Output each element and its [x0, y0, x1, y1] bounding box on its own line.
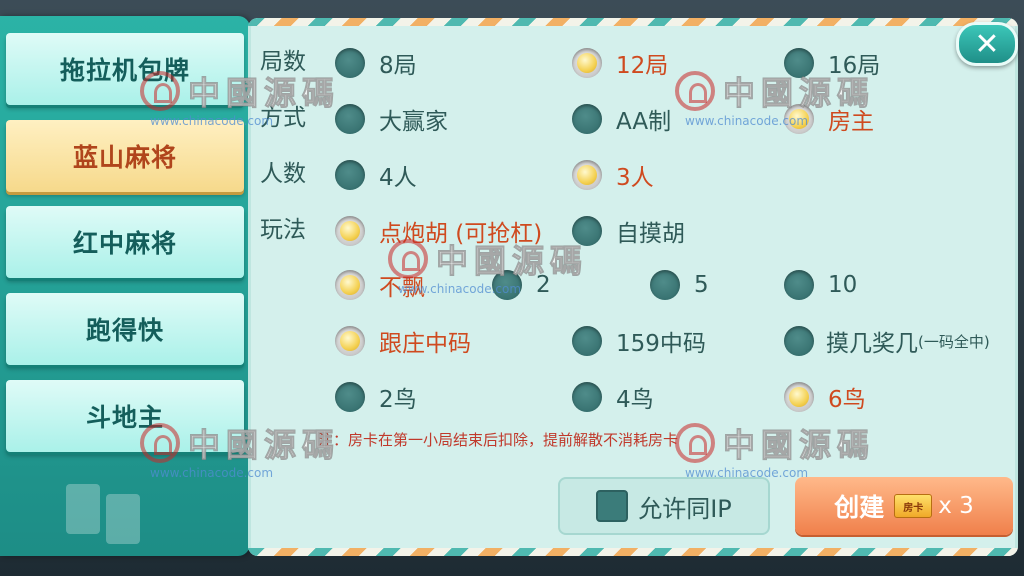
option-label: 6鸟: [828, 387, 866, 413]
tab-lanshan-mahjong[interactable]: 蓝山麻将: [6, 120, 244, 192]
radio-icon: [335, 48, 365, 78]
radio-icon: [784, 48, 814, 78]
option-label: 点炮胡 (可抢杠): [379, 221, 543, 247]
create-room-button[interactable]: 创建 房卡 x 3: [795, 477, 1013, 535]
tab-paodekuai[interactable]: 跑得快: [6, 293, 244, 365]
piao-option-none[interactable]: 不飘: [335, 268, 425, 302]
piao-option-5[interactable]: 5: [650, 268, 709, 302]
option-label: 不飘: [379, 275, 425, 301]
tab-doudizhu[interactable]: 斗地主: [6, 380, 244, 452]
tab-tuolaji[interactable]: 拖拉机包牌: [6, 33, 244, 105]
zhongma-option-159[interactable]: 159中码: [572, 324, 706, 358]
play-option-zimo[interactable]: 自摸胡: [572, 214, 685, 248]
radio-selected-icon: [784, 104, 814, 134]
tab-hongzhong-mahjong[interactable]: 红中麻将: [6, 206, 244, 278]
option-label: 房主: [828, 109, 874, 135]
option-label: 4鸟: [616, 387, 654, 413]
zhongma-option-mojijiangji[interactable]: 摸几奖几 (一码全中): [784, 324, 990, 358]
option-label: 5: [694, 272, 709, 298]
radio-icon: [572, 326, 602, 356]
radio-icon: [784, 326, 814, 356]
rounds-option-12[interactable]: 12局: [572, 46, 668, 80]
room-card-icon: 房卡: [894, 494, 933, 518]
checkbox-icon: [596, 490, 629, 522]
option-note: (一码全中): [918, 332, 990, 351]
players-option-3[interactable]: 3人: [572, 158, 654, 192]
option-label: 8局: [379, 53, 417, 79]
radio-icon: [335, 382, 365, 412]
zhongma-option-genzhuang[interactable]: 跟庄中码: [335, 324, 471, 358]
radio-selected-icon: [784, 382, 814, 412]
radio-icon: [335, 160, 365, 190]
rounds-label: 局数: [260, 49, 306, 75]
panel-top-stripe: [248, 18, 1018, 26]
mode-option-owner[interactable]: 房主: [784, 102, 874, 136]
piao-option-10[interactable]: 10: [784, 268, 857, 302]
option-label: 159中码: [616, 331, 706, 357]
mode-option-aa[interactable]: AA制: [572, 102, 671, 136]
radio-selected-icon: [335, 270, 365, 300]
option-label: 4人: [379, 165, 417, 191]
mahjong-tiles-decoration: [66, 484, 140, 544]
option-label: 摸几奖几: [826, 331, 918, 357]
option-label: 16局: [828, 53, 881, 79]
niao-option-4[interactable]: 4鸟: [572, 380, 654, 414]
rounds-option-8[interactable]: 8局: [335, 46, 417, 80]
play-option-dianpao[interactable]: 点炮胡 (可抢杠): [335, 214, 542, 248]
piao-option-2[interactable]: 2: [492, 268, 551, 302]
players-option-4[interactable]: 4人: [335, 158, 417, 192]
allow-same-ip-toggle[interactable]: 允许同IP: [558, 477, 770, 535]
niao-option-6[interactable]: 6鸟: [784, 380, 866, 414]
niao-option-2[interactable]: 2鸟: [335, 380, 417, 414]
radio-icon: [572, 104, 602, 134]
option-label: 12局: [616, 53, 669, 79]
room-card-notice: 注：房卡在第一小局结束后扣除，提前解散不消耗房卡: [318, 431, 679, 449]
create-cost-count: x 3: [938, 493, 974, 519]
allow-same-ip-label: 允许同IP: [638, 494, 732, 523]
rounds-option-16[interactable]: 16局: [784, 46, 880, 80]
radio-icon: [335, 104, 365, 134]
option-label: AA制: [616, 109, 672, 135]
radio-icon: [650, 270, 680, 300]
panel-bottom-stripe: [248, 548, 1018, 556]
close-button[interactable]: ✕: [956, 22, 1018, 66]
option-label: 大赢家: [379, 109, 448, 135]
option-label: 10: [828, 272, 858, 298]
option-label: 2鸟: [379, 387, 417, 413]
option-label: 3人: [616, 165, 654, 191]
radio-icon: [572, 216, 602, 246]
radio-selected-icon: [335, 326, 365, 356]
players-label: 人数: [260, 161, 306, 187]
option-label: 自摸胡: [616, 221, 685, 247]
radio-selected-icon: [335, 216, 365, 246]
radio-icon: [492, 270, 522, 300]
radio-selected-icon: [572, 160, 602, 190]
play-label: 玩法: [260, 217, 306, 243]
close-icon: ✕: [974, 26, 1000, 62]
radio-icon: [572, 382, 602, 412]
game-sidebar: 拖拉机包牌 蓝山麻将 红中麻将 跑得快 斗地主: [0, 16, 250, 556]
option-label: 跟庄中码: [379, 331, 471, 357]
radio-icon: [784, 270, 814, 300]
radio-selected-icon: [572, 48, 602, 78]
option-label: 2: [536, 272, 551, 298]
create-label: 创建: [834, 493, 885, 522]
mode-label: 方式: [260, 105, 306, 131]
mode-option-winner[interactable]: 大赢家: [335, 102, 448, 136]
